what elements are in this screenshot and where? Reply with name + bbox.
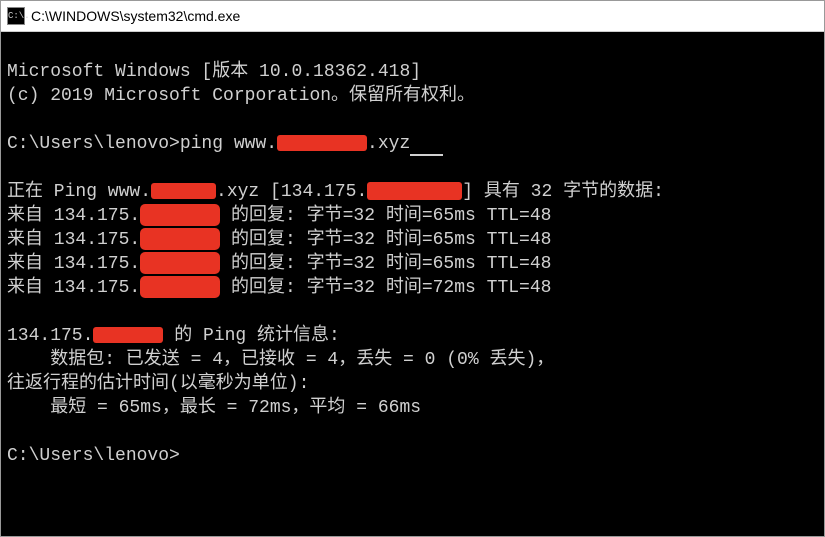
- redacted-block: [140, 276, 220, 298]
- output-line: 最短 = 65ms，最长 = 72ms，平均 = 66ms: [7, 396, 818, 420]
- window-title: C:\WINDOWS\system32\cmd.exe: [31, 8, 240, 24]
- prompt-line: C:\Users\lenovo>ping www..xyz: [7, 132, 818, 156]
- redacted-block: [140, 204, 220, 226]
- terminal-output[interactable]: Microsoft Windows [版本 10.0.18362.418](c)…: [1, 32, 824, 536]
- output-line: 134.175. 的 Ping 统计信息:: [7, 324, 818, 348]
- output-line: 往返行程的估计时间(以毫秒为单位):: [7, 372, 818, 396]
- cmd-icon: C:\.: [7, 7, 25, 25]
- output-line: 数据包: 已发送 = 4，已接收 = 4，丢失 = 0 (0% 丢失)，: [7, 348, 818, 372]
- output-line: 来自 134.175. 的回复: 字节=32 时间=65ms TTL=48: [7, 228, 818, 252]
- output-line: 来自 134.175. 的回复: 字节=32 时间=65ms TTL=48: [7, 204, 818, 228]
- redacted-block: [151, 183, 216, 199]
- redacted-block: [140, 228, 220, 250]
- output-line: 来自 134.175. 的回复: 字节=32 时间=72ms TTL=48: [7, 276, 818, 300]
- output-line: (c) 2019 Microsoft Corporation。保留所有权利。: [7, 84, 818, 108]
- redacted-block: [93, 327, 163, 343]
- redacted-block: [140, 252, 220, 274]
- redacted-block: [367, 182, 462, 200]
- redacted-block: [277, 135, 367, 151]
- output-line: 正在 Ping www..xyz [134.175.] 具有 32 字节的数据:: [7, 180, 818, 204]
- output-line: Microsoft Windows [版本 10.0.18362.418]: [7, 60, 818, 84]
- cmd-window: C:\. C:\WINDOWS\system32\cmd.exe Microso…: [0, 0, 825, 537]
- output-line: 来自 134.175. 的回复: 字节=32 时间=65ms TTL=48: [7, 252, 818, 276]
- prompt-line[interactable]: C:\Users\lenovo>: [7, 444, 818, 468]
- titlebar[interactable]: C:\. C:\WINDOWS\system32\cmd.exe: [1, 1, 824, 32]
